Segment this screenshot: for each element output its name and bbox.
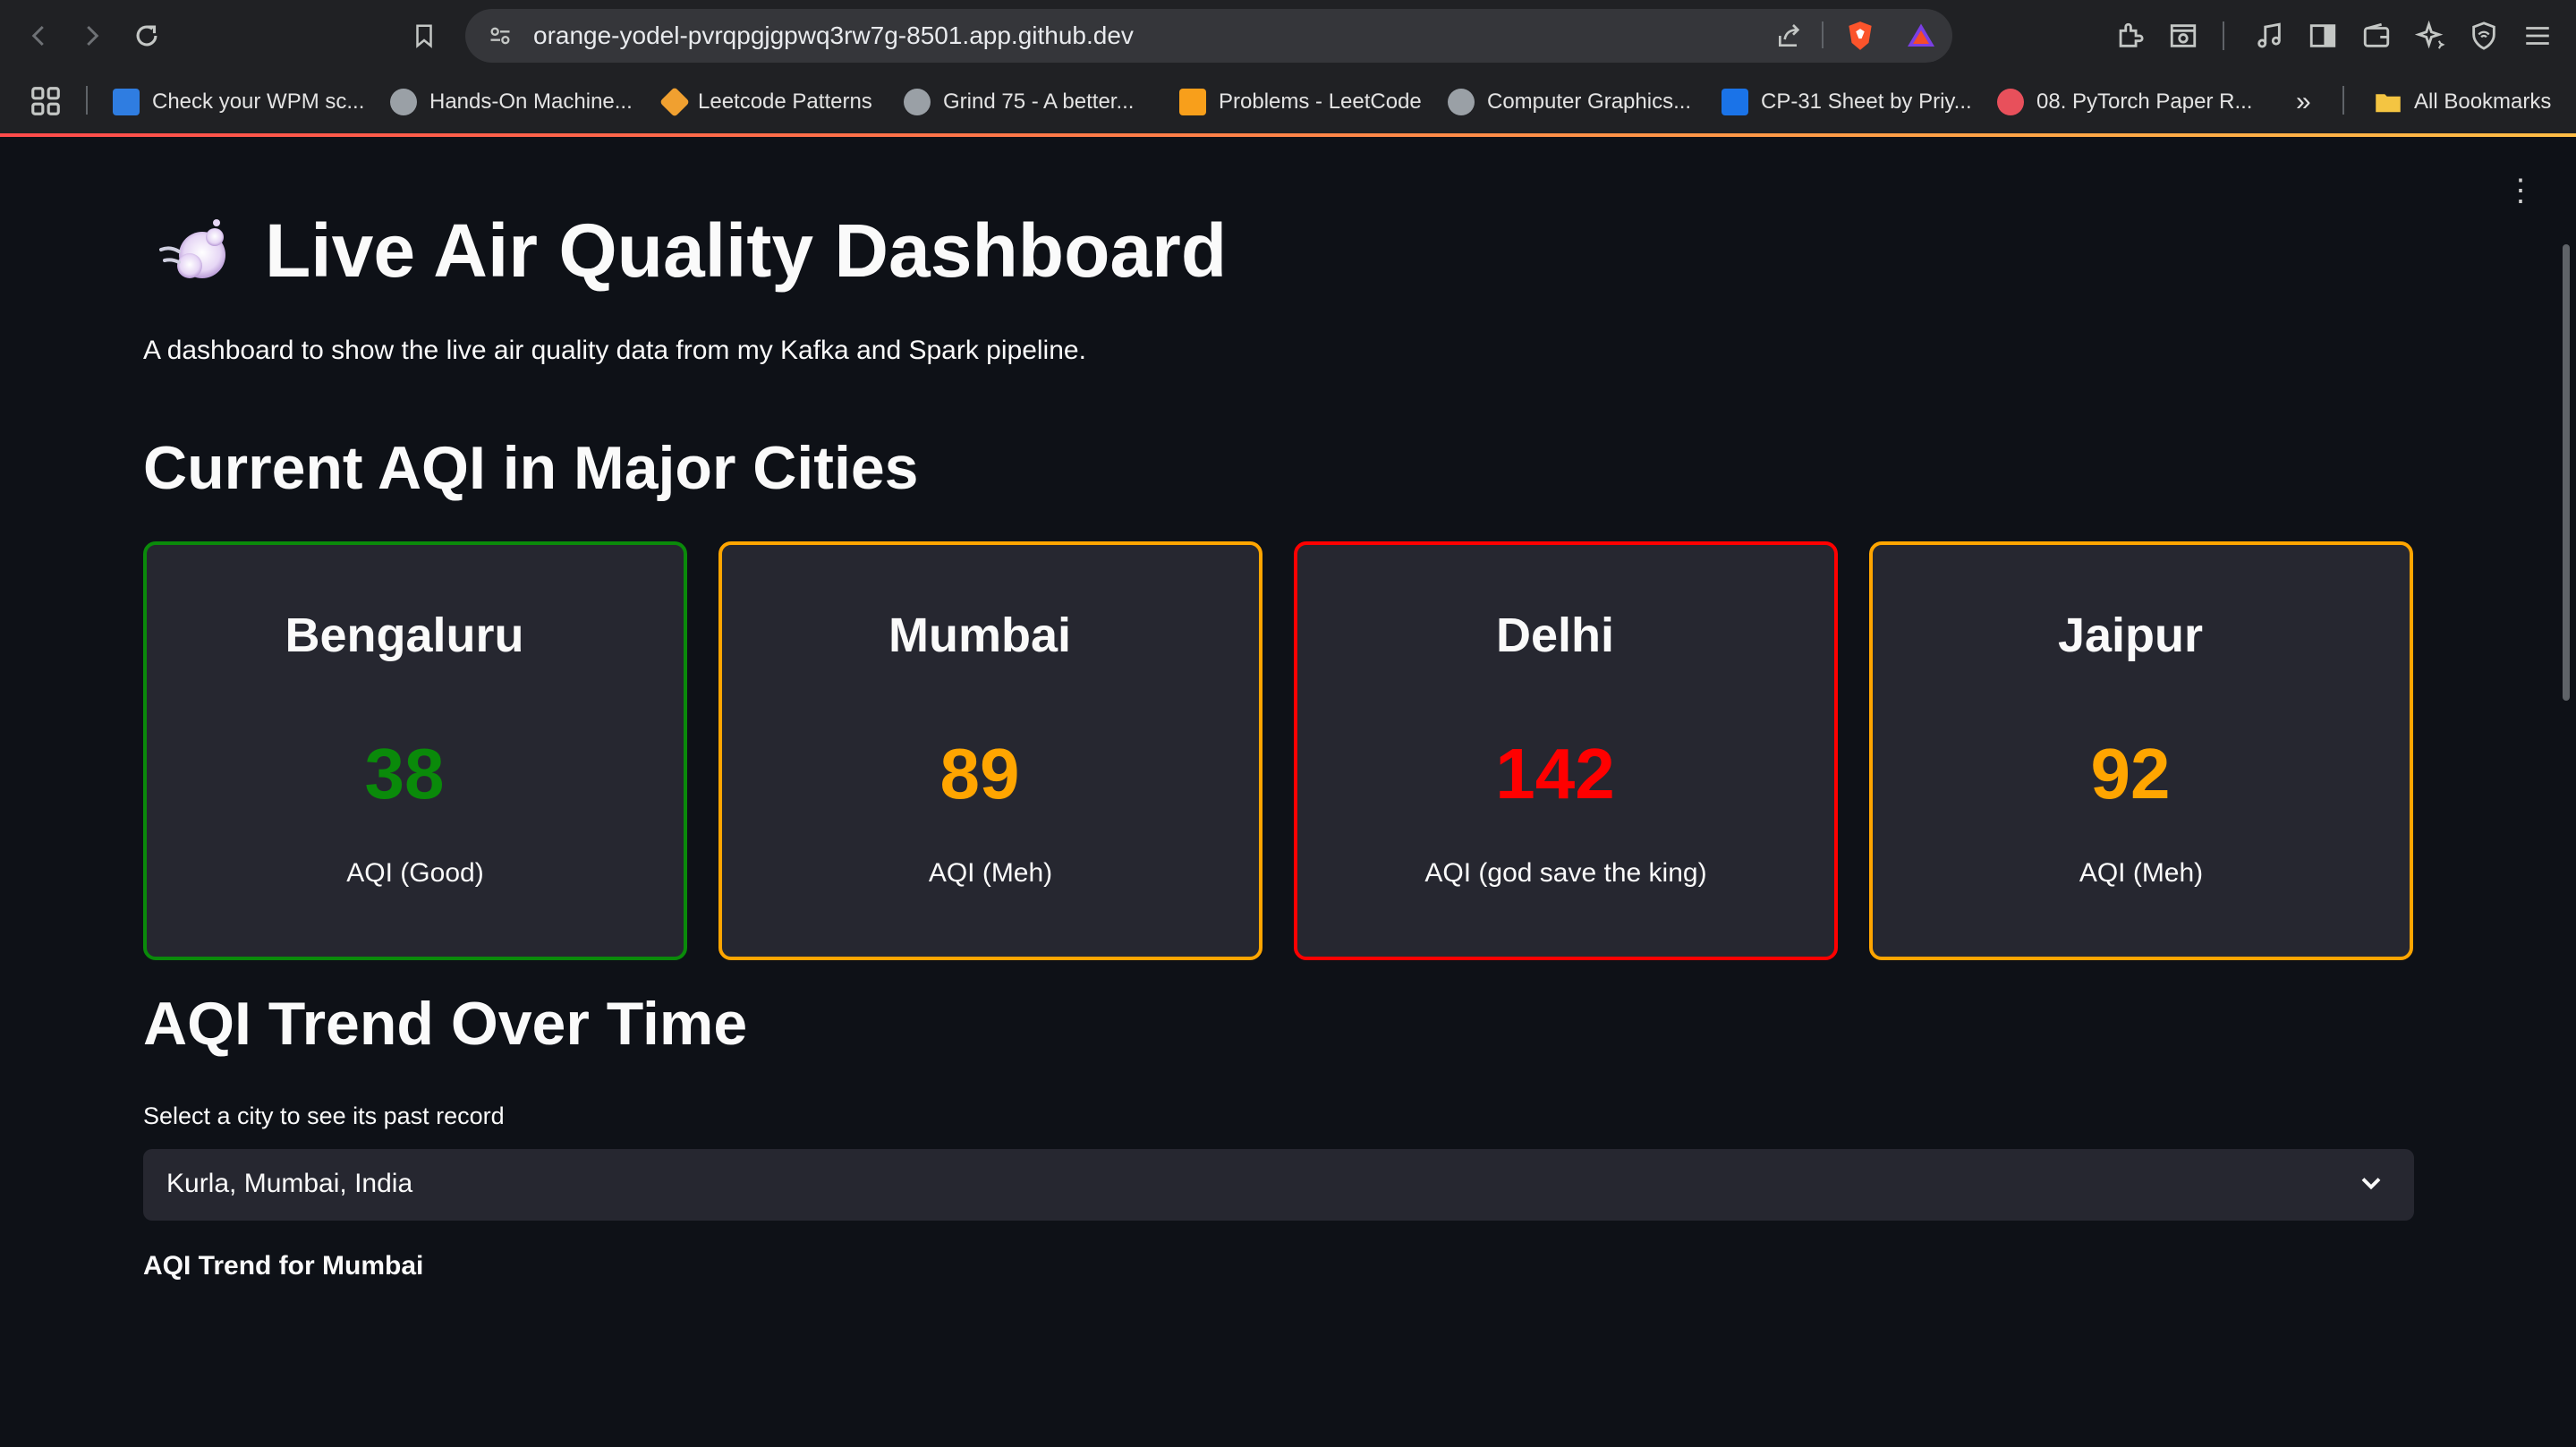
back-icon[interactable] xyxy=(20,16,59,55)
aqi-value: 89 xyxy=(939,734,1020,813)
menu-icon[interactable] xyxy=(2518,16,2557,55)
bookmark-item[interactable]: Hands-On Machine... xyxy=(390,86,633,118)
city-select[interactable]: Kurla, Mumbai, India xyxy=(143,1149,2414,1221)
page-description: A dashboard to show the live air quality… xyxy=(143,336,1086,365)
city-card-mumbai: Mumbai 89 AQI (Meh) xyxy=(718,541,1262,960)
divider xyxy=(2342,86,2344,115)
bookmarks-bar: Check your WPM sc... Hands-On Machine...… xyxy=(0,75,2576,129)
page-title: Live Air Quality Dashboard xyxy=(265,209,1228,293)
leetcode-icon xyxy=(1179,89,1206,115)
divider xyxy=(1822,21,1824,48)
bookmark-item[interactable]: 08. PyTorch Paper R... xyxy=(1997,86,2252,118)
reload-icon[interactable] xyxy=(127,16,166,55)
browser-chrome: orange-yodel-pvrqpgjgpwq3rw7g-8501.app.g… xyxy=(0,0,2576,137)
aqi-label: AQI (god save the king) xyxy=(1424,858,1707,888)
extensions-icon[interactable] xyxy=(2110,16,2149,55)
aqi-value: 92 xyxy=(2090,734,2171,813)
globe-icon xyxy=(904,89,931,115)
city-card-bengaluru: Bengaluru 38 AQI (Good) xyxy=(143,541,687,960)
forward-icon[interactable] xyxy=(72,16,111,55)
apps-icon[interactable] xyxy=(29,84,63,123)
city-select-value[interactable]: Kurla, Mumbai, India xyxy=(166,1169,412,1199)
folder-icon xyxy=(2376,94,2401,113)
section-heading-aqi-trend: AQI Trend Over Time xyxy=(143,990,748,1058)
main-menu-icon[interactable]: ⋮ xyxy=(2505,173,2536,209)
brave-rewards-icon[interactable] xyxy=(1904,20,1938,56)
aqi-label: AQI (Good) xyxy=(346,858,484,888)
globe-icon xyxy=(390,89,417,115)
divider xyxy=(2223,21,2224,50)
city-select-label: Select a city to see its past record xyxy=(143,1102,505,1129)
brave-shields-icon[interactable] xyxy=(1843,18,1877,58)
bookmark-item[interactable]: CP-31 Sheet by Priy... xyxy=(1722,86,1972,118)
bookmark-favicon-icon xyxy=(1722,89,1748,115)
wind-face-icon xyxy=(152,210,234,293)
aqi-label: AQI (Meh) xyxy=(2079,858,2204,888)
address-bar[interactable]: orange-yodel-pvrqpgjgpwq3rw7g-8501.app.g… xyxy=(465,9,1952,63)
city-name: Delhi xyxy=(1495,609,1615,662)
bookmark-item[interactable]: Problems - LeetCode xyxy=(1179,86,1422,118)
leo-ai-icon[interactable] xyxy=(2410,16,2450,55)
city-card-delhi: Delhi 142 AQI (god save the king) xyxy=(1294,541,1838,960)
bookmark-star-icon[interactable] xyxy=(404,16,444,55)
share-icon[interactable] xyxy=(1775,21,1804,55)
trend-chart-title: AQI Trend for Mumbai xyxy=(143,1251,424,1281)
bookmark-favicon-icon xyxy=(659,87,690,117)
city-card-jaipur: Jaipur 92 AQI (Meh) xyxy=(1869,541,2413,960)
aqi-value: 142 xyxy=(1495,734,1615,813)
aqi-value: 38 xyxy=(364,734,445,813)
city-name: Mumbai xyxy=(888,609,1071,662)
media-icon[interactable] xyxy=(2249,16,2289,55)
bookmark-item[interactable]: Check your WPM sc... xyxy=(113,86,364,118)
aqi-label: AQI (Meh) xyxy=(928,858,1053,888)
globe-icon xyxy=(1448,89,1475,115)
all-bookmarks[interactable]: All Bookmarks xyxy=(2375,86,2551,118)
browser-toolbar: orange-yodel-pvrqpgjgpwq3rw7g-8501.app.g… xyxy=(0,0,2576,72)
divider xyxy=(86,86,88,115)
site-settings-icon[interactable] xyxy=(487,23,514,53)
more-bookmarks-icon[interactable]: » xyxy=(2296,86,2311,118)
page-header: Live Air Quality Dashboard xyxy=(152,208,1227,294)
url-text[interactable]: orange-yodel-pvrqpgjgpwq3rw7g-8501.app.g… xyxy=(533,21,1134,50)
bookmark-item[interactable]: Grind 75 - A better... xyxy=(904,86,1134,118)
section-heading-current-aqi: Current AQI in Major Cities xyxy=(143,434,919,502)
bookmark-favicon-icon xyxy=(113,89,140,115)
vpn-icon[interactable] xyxy=(2464,16,2504,55)
chevron-down-icon[interactable] xyxy=(2355,1167,2387,1199)
bookmark-item[interactable]: Leetcode Patterns xyxy=(659,86,872,118)
city-name: Jaipur xyxy=(2057,609,2204,662)
sidebar-icon[interactable] xyxy=(2303,16,2342,55)
scrollbar[interactable] xyxy=(2563,244,2570,701)
bookmark-item[interactable]: Computer Graphics... xyxy=(1448,86,1691,118)
reader-icon[interactable] xyxy=(2164,16,2203,55)
bookmark-favicon-icon xyxy=(1997,89,2024,115)
wallet-icon[interactable] xyxy=(2357,16,2396,55)
city-name: Bengaluru xyxy=(285,609,524,662)
